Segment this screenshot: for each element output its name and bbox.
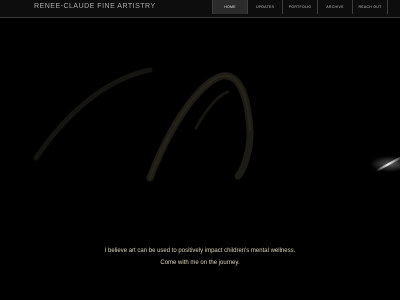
hero-section	[0, 18, 400, 300]
nav-item-home[interactable]: HOME	[212, 0, 247, 14]
site-brand[interactable]: RENEE-CLAUDE FINE ARTISTRY	[34, 3, 156, 10]
nav-item-reach-out[interactable]: REACH OUT	[352, 0, 388, 14]
nav-item-portfolio[interactable]: PORTFOLIO	[282, 0, 317, 14]
nav-item-updates[interactable]: UPDATES	[247, 0, 282, 14]
hero-caption-line2: Come with me on the journey.	[160, 260, 240, 266]
faint-swoosh-left	[33, 67, 153, 161]
main-nav: HOME UPDATES PORTFOLIO ARCHIVE REACH OUT	[212, 0, 388, 14]
nav-item-archive[interactable]: ARCHIVE	[317, 0, 352, 14]
inner-swoosh	[194, 90, 230, 130]
arch-highlight	[148, 74, 252, 180]
light-glow	[370, 156, 400, 172]
hero-caption-line1: I believe art can be used to positively …	[104, 248, 296, 254]
top-navigation-bar: RENEE-CLAUDE FINE ARTISTRY HOME UPDATES …	[0, 0, 400, 18]
hero-artwork	[33, 67, 400, 182]
